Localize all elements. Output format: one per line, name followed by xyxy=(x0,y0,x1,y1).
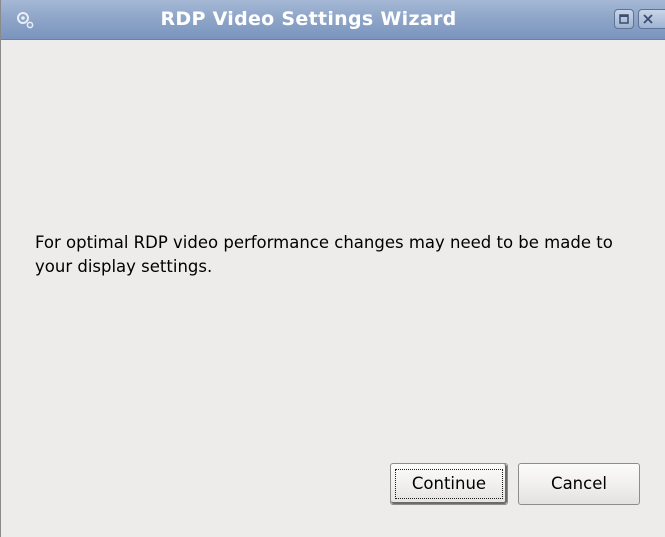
continue-button[interactable]: Continue xyxy=(390,463,508,505)
wizard-window: RDP Video Settings Wizard For optimal RD… xyxy=(0,0,665,537)
window-title: RDP Video Settings Wizard xyxy=(160,8,457,30)
continue-label: Continue xyxy=(411,474,487,493)
wizard-message: For optimal RDP video performance change… xyxy=(35,233,613,276)
maximize-icon xyxy=(619,14,629,24)
close-button[interactable] xyxy=(638,9,665,29)
maximize-button[interactable] xyxy=(614,9,634,29)
cancel-button[interactable]: Cancel xyxy=(518,463,640,505)
close-icon xyxy=(643,14,653,24)
title-bar[interactable]: RDP Video Settings Wizard xyxy=(1,0,665,40)
cancel-label: Cancel xyxy=(551,474,607,493)
